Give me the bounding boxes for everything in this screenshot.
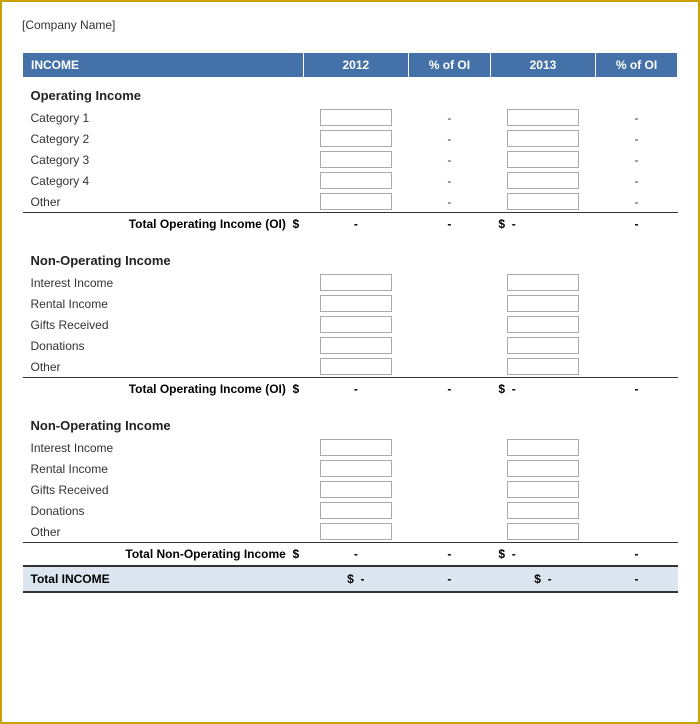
input-2013[interactable] — [507, 130, 579, 147]
row-label: Donations — [23, 500, 304, 521]
row-label: Interest Income — [23, 437, 304, 458]
non-operating-2-total: Total Non-Operating Income $ - - $ - - — [23, 543, 678, 567]
operating-income-total: Total Operating Income (OI) $ - - $ - - — [23, 213, 678, 236]
row-label: Gifts Received — [23, 479, 304, 500]
row-label: Donations — [23, 335, 304, 356]
input-2013[interactable] — [507, 337, 579, 354]
input-2013[interactable] — [507, 523, 579, 540]
input-2012[interactable] — [320, 295, 392, 312]
table-row: Donations — [23, 500, 678, 521]
row-label: Other — [23, 356, 304, 378]
table-row: Interest Income — [23, 437, 678, 458]
input-2012[interactable] — [320, 316, 392, 333]
row-label: Other — [23, 521, 304, 543]
spacer — [23, 235, 678, 243]
input-2012[interactable] — [320, 358, 392, 375]
operating-income-title: Operating Income — [23, 78, 678, 108]
input-cell-2012[interactable] — [303, 107, 408, 128]
row-label: Rental Income — [23, 458, 304, 479]
table-row: Interest Income — [23, 272, 678, 293]
table-header: INCOME 2012 % of OI 2013 % of OI — [23, 53, 678, 78]
header-pct2: % of OI — [596, 53, 678, 78]
non-operating-income-1-title: Non-Operating Income — [23, 243, 678, 272]
input-2012[interactable] — [320, 337, 392, 354]
input-2012[interactable] — [320, 523, 392, 540]
input-2013[interactable] — [507, 316, 579, 333]
pct2-dash: - — [596, 107, 678, 128]
row-label: Category 1 — [23, 107, 304, 128]
table-row: Category 3 - - — [23, 149, 678, 170]
input-2013[interactable] — [507, 502, 579, 519]
input-2013[interactable] — [507, 193, 579, 210]
table-row: Category 2 - - — [23, 128, 678, 149]
input-2012[interactable] — [320, 439, 392, 456]
input-2012[interactable] — [320, 109, 392, 126]
input-cell-2013[interactable] — [490, 107, 595, 128]
row-label: Category 3 — [23, 149, 304, 170]
grand-total-row: Total INCOME $ - - $ - - — [23, 566, 678, 592]
grand-total-label: Total INCOME — [23, 566, 304, 592]
input-2012[interactable] — [320, 460, 392, 477]
input-2013[interactable] — [507, 172, 579, 189]
table-row: Donations — [23, 335, 678, 356]
table-row: Other — [23, 521, 678, 543]
input-2012[interactable] — [320, 172, 392, 189]
input-2012[interactable] — [320, 502, 392, 519]
input-2012[interactable] — [320, 481, 392, 498]
row-label: Other — [23, 191, 304, 213]
header-2013: 2013 — [490, 53, 595, 78]
table-row: Gifts Received — [23, 314, 678, 335]
non-operating-1-total: Total Operating Income (OI) $ - - $ - - — [23, 378, 678, 401]
table-row: Category 1 - - — [23, 107, 678, 128]
input-2012[interactable] — [320, 130, 392, 147]
input-2012[interactable] — [320, 151, 392, 168]
input-2012[interactable] — [320, 193, 392, 210]
income-table: INCOME 2012 % of OI 2013 % of OI Operati… — [22, 52, 678, 593]
spacer — [23, 400, 678, 408]
input-2013[interactable] — [507, 439, 579, 456]
pct-dash: - — [408, 107, 490, 128]
table-row: Other — [23, 356, 678, 378]
row-label: Category 4 — [23, 170, 304, 191]
row-label: Interest Income — [23, 272, 304, 293]
header-pct1: % of OI — [408, 53, 490, 78]
row-label: Category 2 — [23, 128, 304, 149]
input-2013[interactable] — [507, 295, 579, 312]
header-income: INCOME — [23, 53, 304, 78]
table-row: Other - - — [23, 191, 678, 213]
non-operating-income-2-title: Non-Operating Income — [23, 408, 678, 437]
page-container: [Company Name] INCOME 2012 % of OI 2013 … — [2, 2, 698, 609]
input-2013[interactable] — [507, 460, 579, 477]
input-2013[interactable] — [507, 109, 579, 126]
input-2013[interactable] — [507, 151, 579, 168]
row-label: Gifts Received — [23, 314, 304, 335]
input-2013[interactable] — [507, 274, 579, 291]
table-row: Rental Income — [23, 293, 678, 314]
table-row: Rental Income — [23, 458, 678, 479]
header-2012: 2012 — [303, 53, 408, 78]
table-row: Gifts Received — [23, 479, 678, 500]
row-label: Rental Income — [23, 293, 304, 314]
table-row: Category 4 - - — [23, 170, 678, 191]
input-2012[interactable] — [320, 274, 392, 291]
input-2013[interactable] — [507, 481, 579, 498]
input-2013[interactable] — [507, 358, 579, 375]
company-name: [Company Name] — [22, 18, 678, 32]
